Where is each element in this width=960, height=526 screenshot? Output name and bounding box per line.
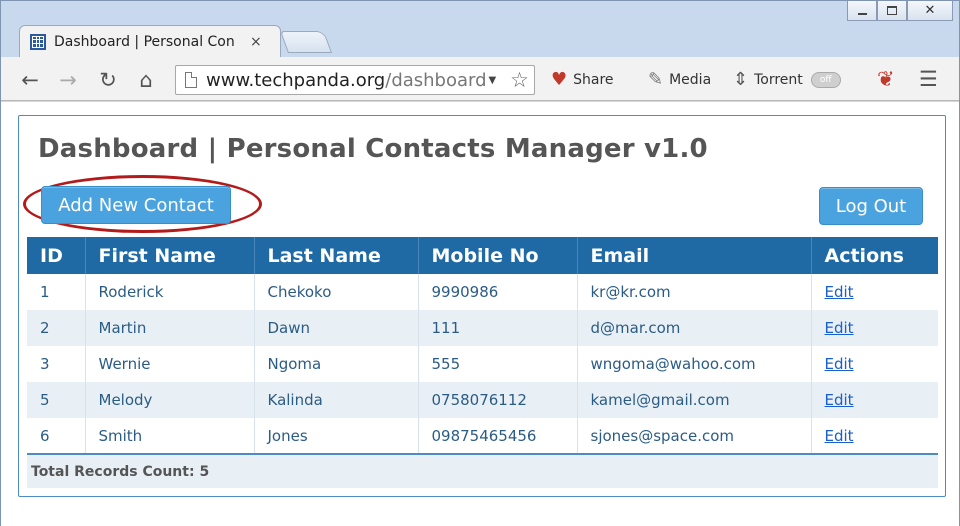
cell-last-name: Jones — [254, 418, 419, 454]
torrent-label: Torrent — [754, 71, 803, 88]
header-mobile-no: Mobile No — [418, 237, 578, 274]
dropdown-caret-icon[interactable]: ▼ — [489, 75, 497, 86]
table-header-row: ID First Name Last Name Mobile No Email … — [27, 237, 938, 274]
address-bar[interactable]: www.techpanda.org/dashboard ▼ ☆ — [175, 65, 535, 95]
cell-actions: Edit — [811, 346, 938, 382]
edit-link[interactable]: Edit — [825, 283, 854, 301]
cell-email: d@mar.com — [577, 310, 812, 346]
favicon-icon — [30, 33, 46, 50]
cell-actions: Edit — [811, 418, 938, 454]
cell-last-name: Kalinda — [254, 382, 419, 418]
minimize-icon — [857, 12, 867, 15]
url-path: /dashboard — [385, 69, 487, 91]
page-viewport: Dashboard | Personal Contacts Manager v1… — [1, 102, 959, 526]
edit-link[interactable]: Edit — [825, 427, 854, 445]
torrent-icon: ⇕ — [733, 69, 749, 90]
tab-dashboard[interactable]: Dashboard | Personal Con × — [19, 25, 281, 57]
cell-mobile: 111 — [418, 310, 578, 346]
share-extension[interactable]: ♥ Share — [551, 69, 614, 90]
cell-first-name: Melody — [85, 382, 255, 418]
cell-mobile: 0758076112 — [418, 382, 578, 418]
header-first-name: First Name — [85, 237, 255, 274]
edit-link[interactable]: Edit — [825, 319, 854, 337]
minimize-button[interactable] — [847, 1, 877, 21]
table-row: 5 Melody Kalinda 0758076112 kamel@gmail.… — [27, 382, 938, 418]
star-icon[interactable]: ☆ — [510, 68, 529, 92]
media-extension[interactable]: ✎ Media — [648, 69, 711, 90]
cell-mobile: 555 — [418, 346, 578, 382]
table-row: 1 Roderick Chekoko 9990986 kr@kr.com Edi… — [27, 274, 938, 310]
cell-id: 1 — [27, 274, 86, 310]
back-arrow-icon[interactable]: ← — [17, 67, 43, 93]
forward-arrow-icon[interactable]: → — [55, 67, 81, 93]
header-id: ID — [27, 237, 86, 274]
close-icon: ✕ — [924, 3, 936, 18]
log-out-button[interactable]: Log Out — [819, 187, 923, 225]
cell-last-name: Dawn — [254, 310, 419, 346]
page-icon — [185, 72, 197, 88]
table-row: 3 Wernie Ngoma 555 wngoma@wahoo.com Edit — [27, 346, 938, 382]
tab-close-icon[interactable]: × — [250, 34, 262, 50]
torrent-toggle[interactable]: off — [810, 71, 841, 88]
cell-id: 5 — [27, 382, 86, 418]
cell-email: kamel@gmail.com — [577, 382, 812, 418]
menu-icon[interactable]: ☰ — [919, 67, 938, 91]
table-row: 6 Smith Jones 09875465456 sjones@space.c… — [27, 418, 938, 454]
cell-mobile: 9990986 — [418, 274, 578, 310]
cell-email: kr@kr.com — [577, 274, 812, 310]
cell-actions: Edit — [811, 274, 938, 310]
browser-toolbar: ← → ↻ ⌂ www.techpanda.org/dashboard ▼ ☆ … — [1, 57, 959, 101]
header-actions: Actions — [811, 237, 938, 274]
cell-first-name: Roderick — [85, 274, 255, 310]
torrent-extension[interactable]: ⇕ Torrent off — [733, 69, 841, 90]
new-tab-button[interactable] — [279, 31, 333, 53]
maximize-button[interactable] — [877, 1, 907, 21]
maximize-icon — [887, 6, 897, 15]
browser-window: ✕ Dashboard | Personal Con × ← → ↻ ⌂ www… — [0, 0, 960, 526]
edit-link[interactable]: Edit — [825, 391, 854, 409]
cell-first-name: Martin — [85, 310, 255, 346]
table-row: 2 Martin Dawn 111 d@mar.com Edit — [27, 310, 938, 346]
dashboard-panel: Dashboard | Personal Contacts Manager v1… — [18, 115, 946, 497]
cell-email: sjones@space.com — [577, 418, 812, 454]
share-label: Share — [573, 71, 614, 88]
cell-first-name: Smith — [85, 418, 255, 454]
cell-id: 6 — [27, 418, 86, 454]
total-records-count: Total Records Count: 5 — [27, 453, 938, 488]
cell-id: 2 — [27, 310, 86, 346]
cell-id: 3 — [27, 346, 86, 382]
media-icon: ✎ — [648, 69, 664, 90]
contacts-table: ID First Name Last Name Mobile No Email … — [27, 237, 938, 488]
url-host: www.techpanda.org — [206, 69, 386, 91]
cell-actions: Edit — [811, 382, 938, 418]
heart-icon: ♥ — [551, 69, 568, 90]
home-icon[interactable]: ⌂ — [133, 67, 159, 93]
window-controls: ✕ — [847, 1, 953, 23]
url-text: www.techpanda.org/dashboard — [206, 70, 487, 91]
table-footer-row: Total Records Count: 5 — [27, 453, 938, 488]
page-title: Dashboard | Personal Contacts Manager v1… — [38, 134, 708, 164]
add-new-contact-button[interactable]: Add New Contact — [41, 186, 231, 224]
cell-last-name: Ngoma — [254, 346, 419, 382]
reload-icon[interactable]: ↻ — [95, 67, 121, 93]
cell-first-name: Wernie — [85, 346, 255, 382]
cell-actions: Edit — [811, 310, 938, 346]
edit-link[interactable]: Edit — [825, 355, 854, 373]
header-last-name: Last Name — [254, 237, 419, 274]
media-label: Media — [669, 71, 712, 88]
cell-last-name: Chekoko — [254, 274, 419, 310]
close-window-button[interactable]: ✕ — [907, 1, 953, 21]
extension-icon[interactable]: ❦ — [877, 67, 895, 91]
tab-title: Dashboard | Personal Con — [54, 33, 235, 50]
cell-email: wngoma@wahoo.com — [577, 346, 812, 382]
cell-mobile: 09875465456 — [418, 418, 578, 454]
header-email: Email — [577, 237, 812, 274]
